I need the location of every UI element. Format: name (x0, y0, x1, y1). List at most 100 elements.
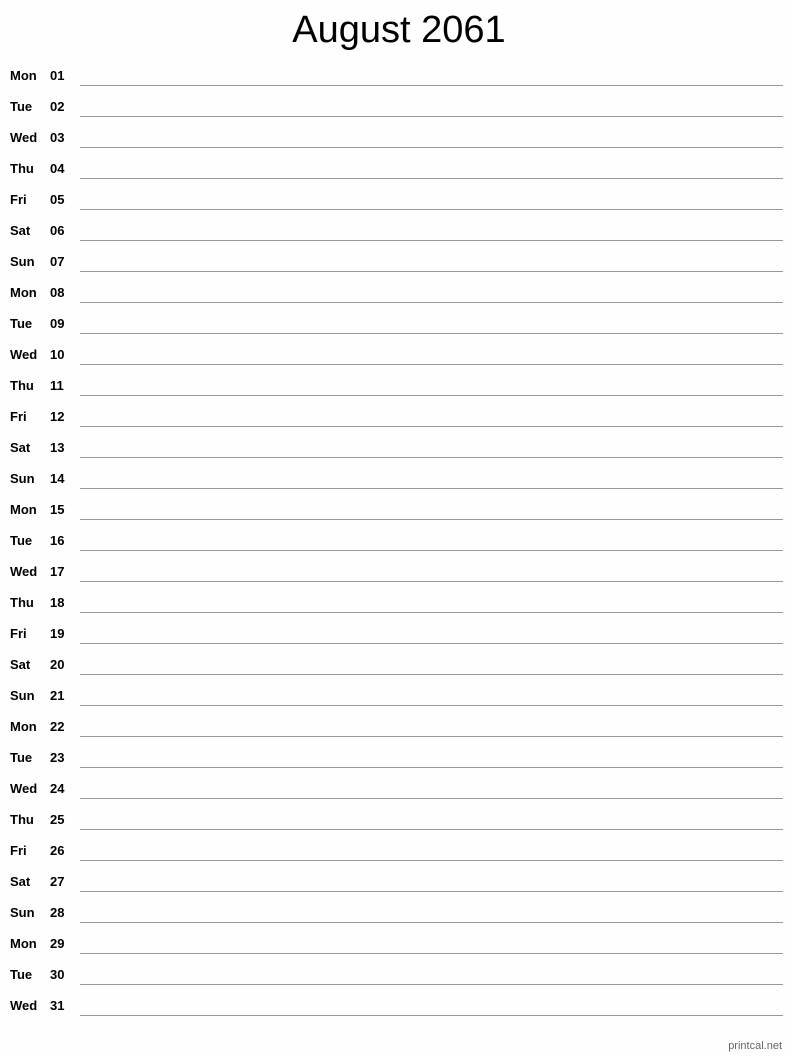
writing-line[interactable] (80, 550, 783, 551)
day-number: 02 (50, 99, 65, 114)
writing-line[interactable] (80, 860, 783, 861)
day-number: 24 (50, 781, 65, 796)
writing-line[interactable] (80, 798, 783, 799)
day-row: Fri 19 (0, 618, 792, 649)
writing-line[interactable] (80, 364, 783, 365)
day-of-week: Sat (10, 223, 31, 238)
writing-line[interactable] (80, 488, 783, 489)
day-row: Sun 21 (0, 680, 792, 711)
day-row: Wed 17 (0, 556, 792, 587)
day-row: Thu 04 (0, 153, 792, 184)
writing-line[interactable] (80, 302, 783, 303)
day-number: 09 (50, 316, 65, 331)
writing-line[interactable] (80, 519, 783, 520)
day-row: Fri 12 (0, 401, 792, 432)
day-row: Thu 11 (0, 370, 792, 401)
day-of-week: Mon (10, 502, 37, 517)
day-number: 28 (50, 905, 65, 920)
writing-line[interactable] (80, 209, 783, 210)
day-of-week: Wed (10, 347, 38, 362)
writing-line[interactable] (80, 612, 783, 613)
day-of-week: Tue (10, 99, 33, 114)
day-row: Tue 09 (0, 308, 792, 339)
writing-line[interactable] (80, 953, 783, 954)
day-row: Fri 26 (0, 835, 792, 866)
day-number: 22 (50, 719, 65, 734)
writing-line[interactable] (80, 147, 783, 148)
writing-line[interactable] (80, 736, 783, 737)
day-of-week: Sun (10, 471, 35, 486)
day-number: 05 (50, 192, 65, 207)
day-row: Sat 20 (0, 649, 792, 680)
writing-line[interactable] (80, 271, 783, 272)
day-number: 26 (50, 843, 65, 858)
day-number: 23 (50, 750, 65, 765)
day-number: 29 (50, 936, 65, 951)
day-number: 11 (50, 378, 64, 393)
page-title: August 2061 (292, 9, 506, 51)
day-number: 18 (50, 595, 65, 610)
writing-line[interactable] (80, 705, 783, 706)
day-of-week: Thu (10, 812, 34, 827)
day-of-week: Thu (10, 378, 34, 393)
day-row: Tue 23 (0, 742, 792, 773)
day-row: Tue 30 (0, 959, 792, 990)
day-of-week: Sun (10, 688, 35, 703)
day-of-week: Thu (10, 161, 34, 176)
day-number: 12 (50, 409, 65, 424)
day-row: Wed 10 (0, 339, 792, 370)
writing-line[interactable] (80, 457, 783, 458)
day-row: Thu 25 (0, 804, 792, 835)
day-of-week: Tue (10, 316, 33, 331)
writing-line[interactable] (80, 426, 783, 427)
writing-line[interactable] (80, 984, 783, 985)
day-of-week: Wed (10, 781, 38, 796)
day-of-week: Wed (10, 564, 38, 579)
day-number: 27 (50, 874, 65, 889)
day-of-week: Sun (10, 905, 35, 920)
day-row: Sat 13 (0, 432, 792, 463)
day-number: 19 (50, 626, 65, 641)
day-of-week: Fri (10, 192, 27, 207)
day-of-week: Wed (10, 130, 38, 145)
writing-line[interactable] (80, 85, 783, 86)
day-number: 21 (50, 688, 65, 703)
day-of-week: Tue (10, 967, 33, 982)
writing-line[interactable] (80, 767, 783, 768)
writing-line[interactable] (80, 891, 783, 892)
day-row: Mon 22 (0, 711, 792, 742)
day-of-week: Mon (10, 936, 37, 951)
day-row: Mon 08 (0, 277, 792, 308)
writing-line[interactable] (80, 674, 783, 675)
footer-credit: printcal.net (728, 1040, 782, 1052)
day-of-week: Sat (10, 440, 31, 455)
day-of-week: Thu (10, 595, 34, 610)
day-number: 15 (50, 502, 65, 517)
day-number: 13 (50, 440, 65, 455)
day-of-week: Tue (10, 750, 33, 765)
writing-line[interactable] (80, 581, 783, 582)
day-list: Mon 01 Tue 02 Wed 03 Thu 04 Fri 05 Sat 06 Sun 07 Mon 08… (0, 60, 792, 1021)
writing-line[interactable] (80, 116, 783, 117)
day-of-week: Mon (10, 68, 37, 83)
day-number: 30 (50, 967, 65, 982)
writing-line[interactable] (80, 395, 783, 396)
day-number: 17 (50, 564, 65, 579)
day-row: Wed 31 (0, 990, 792, 1021)
day-number: 08 (50, 285, 65, 300)
day-number: 14 (50, 471, 65, 486)
day-row: Wed 03 (0, 122, 792, 153)
day-number: 06 (50, 223, 65, 238)
day-of-week: Mon (10, 285, 37, 300)
writing-line[interactable] (80, 922, 783, 923)
writing-line[interactable] (80, 643, 783, 644)
writing-line[interactable] (80, 240, 783, 241)
writing-line[interactable] (80, 178, 783, 179)
day-of-week: Fri (10, 626, 27, 641)
day-of-week: Sat (10, 874, 31, 889)
writing-line[interactable] (80, 1015, 783, 1016)
writing-line[interactable] (80, 333, 783, 334)
writing-line[interactable] (80, 829, 783, 830)
day-number: 10 (50, 347, 65, 362)
day-of-week: Tue (10, 533, 33, 548)
